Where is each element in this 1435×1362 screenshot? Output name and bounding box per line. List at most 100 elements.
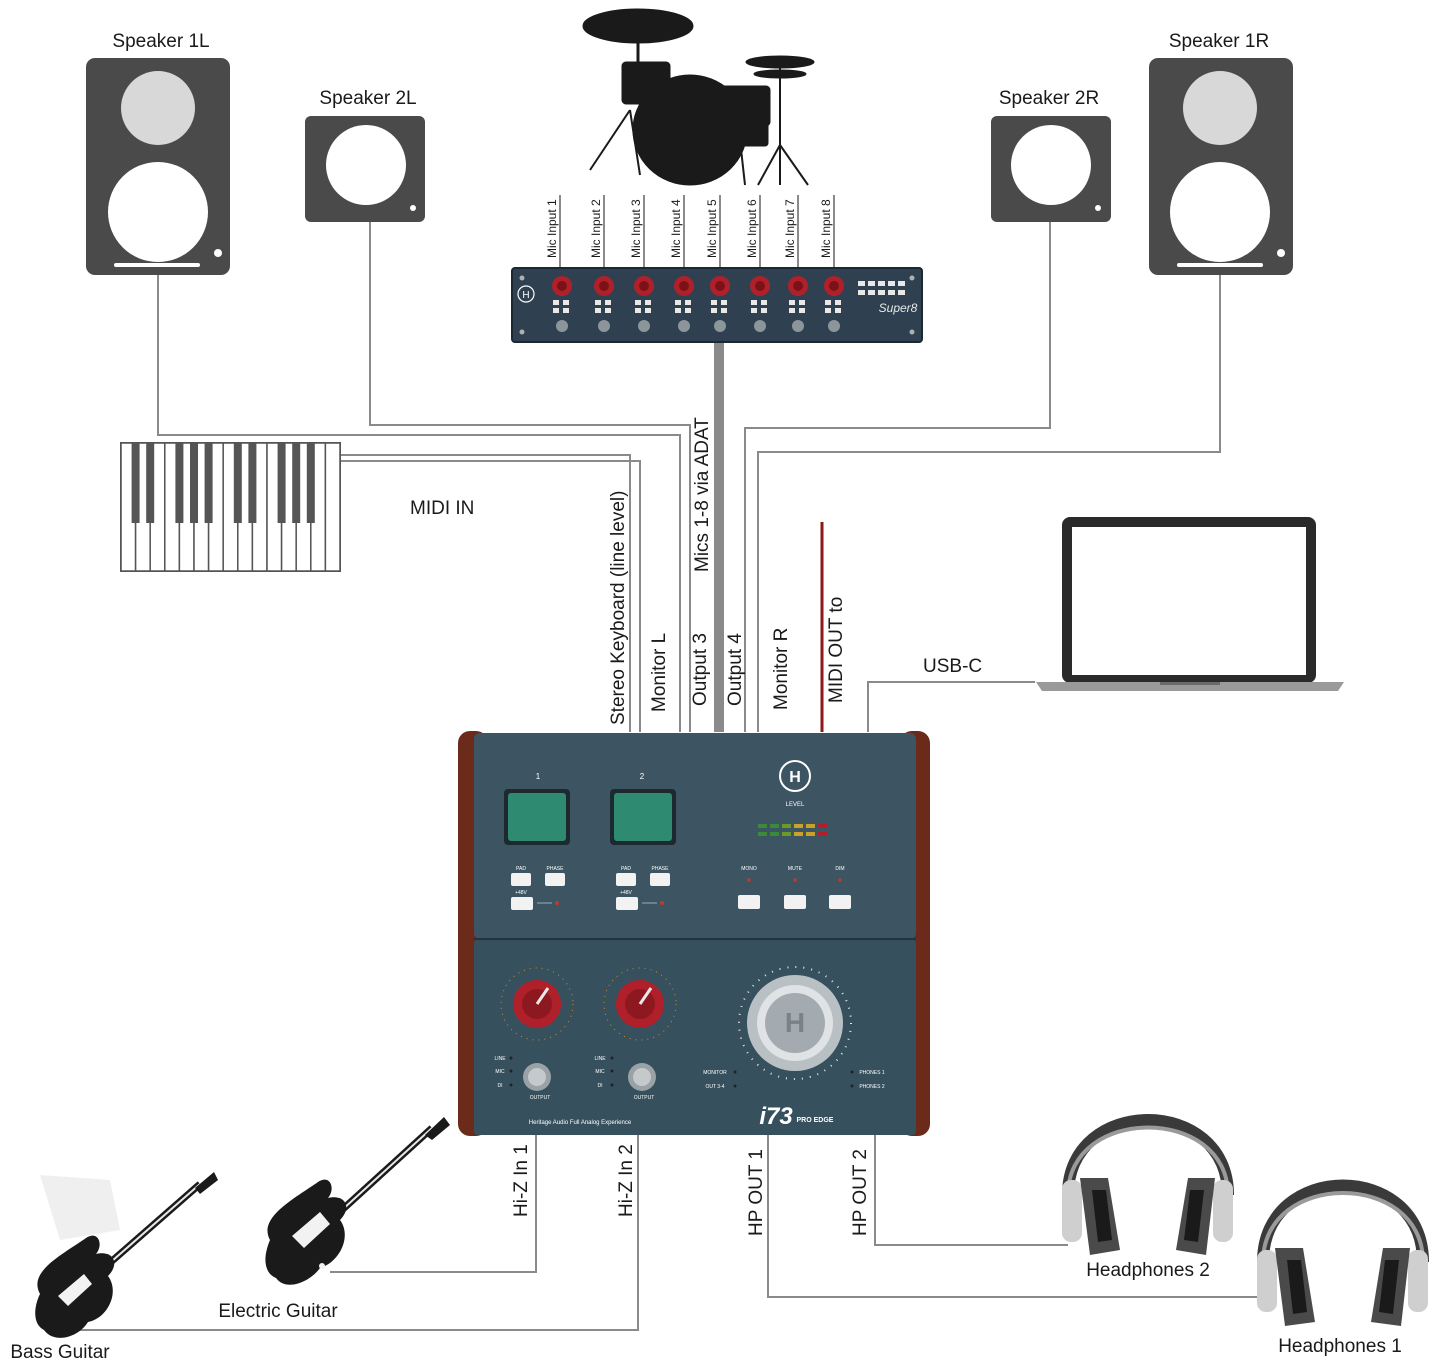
monitor-r-label: Monitor R bbox=[771, 628, 792, 710]
hp-out-2-label: HP OUT 2 bbox=[850, 1149, 871, 1236]
speaker-1r-label: Speaker 1R bbox=[1169, 31, 1269, 52]
hiz-in-2-label: Hi-Z In 2 bbox=[616, 1144, 637, 1217]
ch1-48v-label: +48V bbox=[515, 890, 527, 896]
black-key[interactable] bbox=[190, 443, 198, 523]
channel-2-label: 2 bbox=[640, 772, 645, 781]
mic-input-3-label: Mic Input 3 bbox=[629, 199, 643, 258]
black-key[interactable] bbox=[277, 443, 286, 523]
speaker-1l-label: Speaker 1L bbox=[112, 31, 209, 52]
monitor-label: MONITOR bbox=[703, 1070, 727, 1076]
laptop-icon bbox=[1036, 517, 1344, 691]
svg-text:H: H bbox=[522, 290, 529, 301]
black-key[interactable] bbox=[233, 443, 242, 523]
hiz-in-1-label: Hi-Z In 1 bbox=[511, 1144, 532, 1217]
mic-input-labels: Mic Input 1 Mic Input 2 Mic Input 3 Mic … bbox=[545, 199, 833, 258]
output-4-label: Output 4 bbox=[725, 633, 746, 706]
ch2-pad-label: PAD bbox=[621, 866, 631, 872]
speaker-2l: Speaker 2L bbox=[305, 88, 425, 222]
ch1-di-label: DI bbox=[498, 1083, 503, 1089]
black-key[interactable] bbox=[306, 443, 315, 523]
ch2-output-label: OUTPUT bbox=[634, 1095, 655, 1101]
mic-input-5-label: Mic Input 5 bbox=[705, 199, 719, 258]
super8-preamp: H Super8 bbox=[511, 267, 923, 343]
mic-input-7-label: Mic Input 7 bbox=[783, 199, 797, 258]
svg-text:H: H bbox=[785, 1007, 805, 1038]
speaker-2r: Speaker 2R bbox=[991, 88, 1111, 222]
mute-button[interactable] bbox=[784, 895, 806, 909]
drum-kit-icon bbox=[582, 8, 815, 186]
bass-guitar-label: Bass Guitar bbox=[10, 1342, 110, 1362]
dim-label: DIM bbox=[835, 866, 844, 872]
black-key[interactable] bbox=[204, 443, 213, 523]
mic-input-8-label: Mic Input 8 bbox=[819, 199, 833, 258]
level-label: LEVEL bbox=[786, 802, 805, 808]
mic-input-1-label: Mic Input 1 bbox=[545, 199, 559, 258]
mic-input-2-label: Mic Input 2 bbox=[589, 199, 603, 258]
black-key[interactable] bbox=[146, 443, 155, 523]
ch2-pad-button[interactable] bbox=[616, 873, 636, 886]
midi-out-label: MIDI OUT to bbox=[826, 597, 847, 703]
phones2-label: PHONES 2 bbox=[859, 1084, 885, 1090]
ch1-pad-label: PAD bbox=[516, 866, 526, 872]
mics-adat-label: Mics 1-8 via ADAT bbox=[692, 417, 713, 572]
bass-guitar-icon bbox=[35, 1172, 218, 1338]
brand-i73: i73 bbox=[759, 1103, 793, 1130]
ch2-line-label: LINE bbox=[594, 1056, 606, 1062]
monitor-l-label: Monitor L bbox=[649, 633, 670, 712]
ch1-48v-button[interactable] bbox=[511, 897, 533, 910]
ch2-phase-label: PHASE bbox=[652, 866, 670, 872]
wire-hiz-1 bbox=[330, 1133, 537, 1273]
headphones-1-icon bbox=[1257, 1179, 1429, 1326]
headphones-2-label: Headphones 2 bbox=[1086, 1260, 1210, 1281]
connection-diagram: Speaker 1L Speaker 2L Speaker 2R Speaker… bbox=[10, 8, 1429, 1362]
mic-input-6-label: Mic Input 6 bbox=[745, 199, 759, 258]
headphones-2-icon bbox=[1062, 1114, 1234, 1255]
ch2-mic-label: MIC bbox=[595, 1069, 605, 1075]
electric-guitar-icon bbox=[265, 1117, 450, 1285]
wire-hp-out-2 bbox=[874, 1133, 1068, 1246]
output-3-label: Output 3 bbox=[690, 633, 711, 706]
speaker-1r: Speaker 1R bbox=[1149, 31, 1293, 275]
ch1-line-label: LINE bbox=[494, 1056, 506, 1062]
midi-keyboard bbox=[120, 442, 341, 572]
super8-logo: Super8 bbox=[879, 301, 918, 315]
hp-out-1-label: HP OUT 1 bbox=[746, 1149, 767, 1236]
black-key[interactable] bbox=[131, 443, 140, 523]
black-key[interactable] bbox=[248, 443, 257, 523]
tagline: Heritage Audio Full Analog Experience bbox=[529, 1120, 632, 1126]
ch2-di-label: DI bbox=[598, 1083, 603, 1089]
stereo-keyboard-label: Stereo Keyboard (line level) bbox=[608, 491, 629, 725]
wire-keyboard-a bbox=[340, 454, 631, 732]
wire-keyboard-b bbox=[340, 460, 641, 732]
phones1-label: PHONES 1 bbox=[859, 1070, 885, 1076]
out34-label: OUT 3-4 bbox=[705, 1084, 724, 1090]
ch1-output-label: OUTPUT bbox=[530, 1095, 551, 1101]
mono-button[interactable] bbox=[738, 895, 760, 909]
channel-2-vu-pad bbox=[614, 793, 672, 841]
brand-pro-edge: PRO EDGE bbox=[797, 1117, 834, 1124]
white-key[interactable] bbox=[324, 442, 341, 572]
mute-label: MUTE bbox=[788, 866, 803, 872]
ch1-mic-label: MIC bbox=[495, 1069, 505, 1075]
ch2-48v-button[interactable] bbox=[616, 897, 638, 910]
speaker-2l-label: Speaker 2L bbox=[319, 88, 416, 109]
usb-c-label: USB-C bbox=[923, 656, 982, 677]
speaker-1l: Speaker 1L bbox=[86, 31, 230, 275]
adat-cable bbox=[714, 342, 724, 732]
black-key[interactable] bbox=[175, 443, 184, 523]
electric-guitar-label: Electric Guitar bbox=[218, 1301, 338, 1322]
headphones-1-label: Headphones 1 bbox=[1278, 1336, 1402, 1357]
midi-in-label: MIDI IN bbox=[410, 498, 474, 519]
channel-1-vu-pad bbox=[508, 793, 566, 841]
ch2-phase-button[interactable] bbox=[650, 873, 670, 886]
speaker-2r-label: Speaker 2R bbox=[999, 88, 1099, 109]
mono-label: MONO bbox=[741, 866, 757, 872]
channel-1-label: 1 bbox=[536, 772, 541, 781]
i73-audio-interface: 1 2 H LEVEL PAD PHASE +48V PAD PHASE +48… bbox=[458, 731, 930, 1136]
wire-usb-c bbox=[867, 681, 1035, 732]
black-key[interactable] bbox=[292, 443, 301, 523]
ch1-phase-label: PHASE bbox=[547, 866, 565, 872]
dim-button[interactable] bbox=[829, 895, 851, 909]
ch1-pad-button[interactable] bbox=[511, 873, 531, 886]
ch1-phase-button[interactable] bbox=[545, 873, 565, 886]
